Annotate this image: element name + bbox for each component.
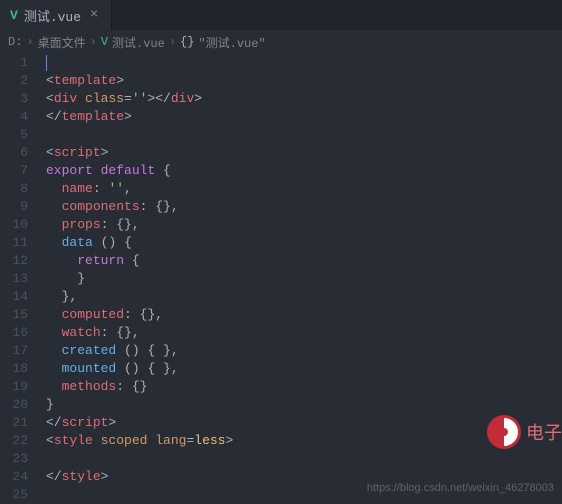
code-line[interactable] (46, 450, 562, 468)
breadcrumb[interactable]: D: › 桌面文件 › V 测试.vue › {} "测试.vue" (0, 30, 562, 54)
line-number: 3 (0, 90, 28, 108)
code-line[interactable]: </template> (46, 108, 562, 126)
line-number: 25 (0, 486, 28, 504)
breadcrumb-folder[interactable]: 桌面文件 (38, 34, 86, 51)
vue-file-icon: V (101, 35, 108, 49)
code-line[interactable]: data () { (46, 234, 562, 252)
code-line[interactable]: name: '', (46, 180, 562, 198)
tab-bar: V 测试.vue × (0, 0, 562, 30)
breadcrumb-symbol[interactable]: "测试.vue" (198, 34, 265, 51)
line-number: 4 (0, 108, 28, 126)
line-number: 21 (0, 414, 28, 432)
code-line[interactable]: <template> (46, 72, 562, 90)
code-line[interactable]: export default { (46, 162, 562, 180)
line-number: 5 (0, 126, 28, 144)
line-number: 11 (0, 234, 28, 252)
line-number: 24 (0, 468, 28, 486)
line-number: 14 (0, 288, 28, 306)
code-line[interactable]: props: {}, (46, 216, 562, 234)
watermark-url: https://blog.csdn.net/weixin_46278003 (367, 482, 554, 494)
line-number: 7 (0, 162, 28, 180)
line-number: 10 (0, 216, 28, 234)
chevron-right-icon: › (90, 35, 97, 49)
code-line[interactable]: computed: {}, (46, 306, 562, 324)
csdn-logo-icon (486, 414, 522, 450)
tab-title: 测试.vue (24, 6, 81, 25)
chevron-right-icon: › (26, 35, 33, 49)
line-number: 19 (0, 378, 28, 396)
csdn-text: 电子 (526, 419, 562, 445)
code-line[interactable]: <div class=''></div> (46, 90, 562, 108)
code-line[interactable]: created () { }, (46, 342, 562, 360)
code-line[interactable] (46, 126, 562, 144)
code-line[interactable]: mounted () { }, (46, 360, 562, 378)
code-line[interactable]: methods: {} (46, 378, 562, 396)
code-line[interactable]: } (46, 396, 562, 414)
line-number: 13 (0, 270, 28, 288)
line-number: 2 (0, 72, 28, 90)
line-number: 12 (0, 252, 28, 270)
line-number: 20 (0, 396, 28, 414)
close-icon[interactable]: × (87, 8, 101, 22)
code-line[interactable]: <style scoped lang=less> (46, 432, 562, 450)
code-line[interactable]: components: {}, (46, 198, 562, 216)
line-number: 15 (0, 306, 28, 324)
code-line[interactable]: }, (46, 288, 562, 306)
line-number: 23 (0, 450, 28, 468)
breadcrumb-drive[interactable]: D: (8, 35, 22, 49)
code-line[interactable]: </script> (46, 414, 562, 432)
line-number: 8 (0, 180, 28, 198)
line-number: 9 (0, 198, 28, 216)
vue-file-icon: V (10, 8, 18, 23)
csdn-badge: 电子 (486, 414, 562, 450)
code-area[interactable]: <template><div class=''></div></template… (38, 54, 562, 504)
line-number: 16 (0, 324, 28, 342)
line-number: 6 (0, 144, 28, 162)
code-line[interactable]: <script> (46, 144, 562, 162)
line-number: 18 (0, 360, 28, 378)
breadcrumb-file[interactable]: 测试.vue (112, 34, 165, 51)
text-cursor (46, 55, 47, 71)
code-line[interactable]: } (46, 270, 562, 288)
line-number: 22 (0, 432, 28, 450)
code-editor[interactable]: 1234567891011121314151617181920212223242… (0, 54, 562, 504)
line-number: 1 (0, 54, 28, 72)
line-number: 17 (0, 342, 28, 360)
code-line[interactable]: return { (46, 252, 562, 270)
chevron-right-icon: › (169, 35, 176, 49)
code-line[interactable]: watch: {}, (46, 324, 562, 342)
symbol-brace-icon: {} (180, 35, 194, 49)
code-line[interactable] (46, 54, 562, 72)
line-gutter: 1234567891011121314151617181920212223242… (0, 54, 38, 504)
file-tab[interactable]: V 测试.vue × (0, 0, 112, 30)
